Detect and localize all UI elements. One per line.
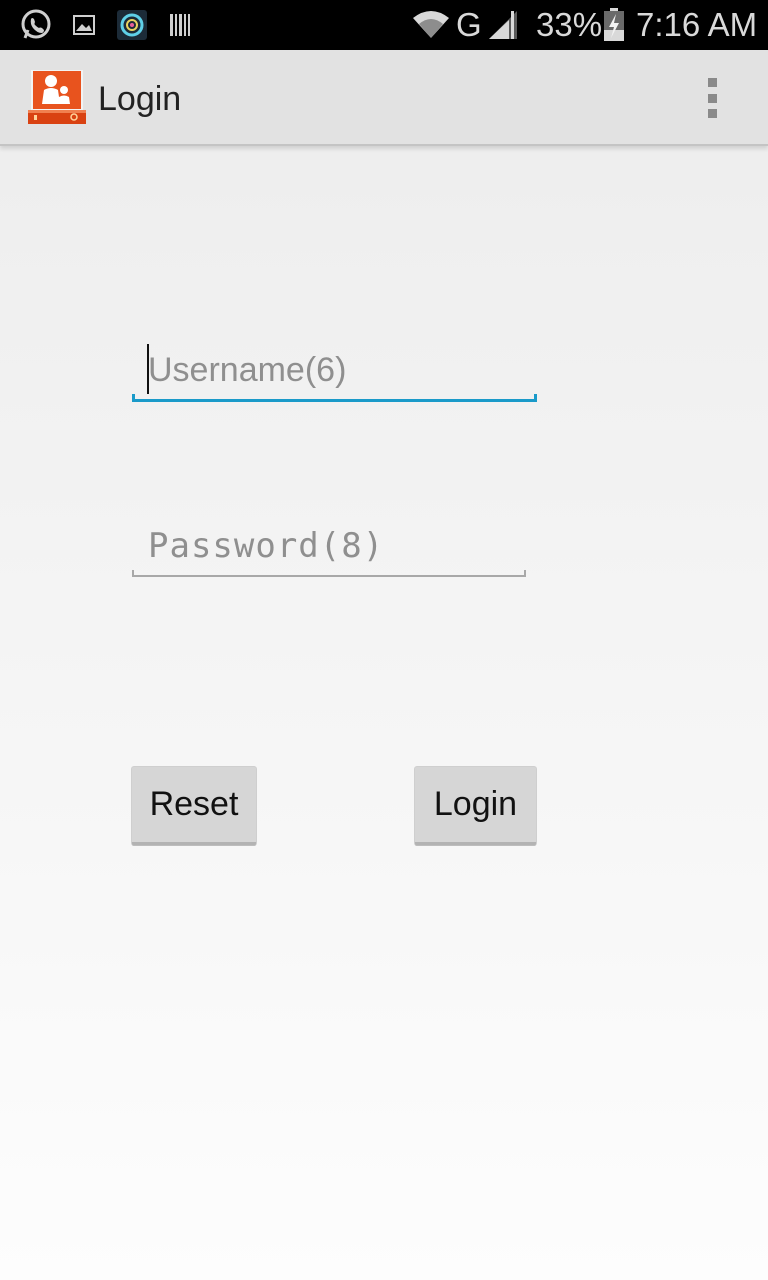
network-type: G [456, 6, 482, 43]
username-underline [132, 394, 537, 402]
wifi-icon [410, 8, 452, 42]
reset-button[interactable]: Reset [132, 767, 256, 845]
menu-dot [707, 93, 717, 103]
battery-percentage: 33% [536, 6, 603, 43]
clock: 7:16 AM [636, 6, 758, 43]
whatsapp-icon [18, 8, 54, 42]
overflow-menu-icon[interactable] [696, 74, 728, 122]
password-input[interactable] [132, 514, 526, 577]
text-cursor [147, 344, 149, 394]
password-underline [132, 570, 526, 577]
status-bar: G 33% 7:16 AM [0, 0, 768, 50]
barcode-icon [168, 8, 192, 42]
action-bar: Login [0, 50, 768, 146]
page-title: Login [98, 80, 182, 118]
parental-control-app-icon [28, 69, 86, 126]
image-icon [72, 8, 96, 42]
menu-dot [707, 109, 717, 118]
username-input[interactable] [132, 338, 537, 402]
signal-icon [486, 8, 520, 42]
login-button[interactable]: Login [415, 767, 536, 845]
camera-app-icon [116, 8, 148, 42]
username-field[interactable] [132, 338, 537, 402]
menu-dot [707, 78, 717, 87]
password-field[interactable] [132, 514, 526, 577]
battery-charging-icon [602, 8, 626, 42]
